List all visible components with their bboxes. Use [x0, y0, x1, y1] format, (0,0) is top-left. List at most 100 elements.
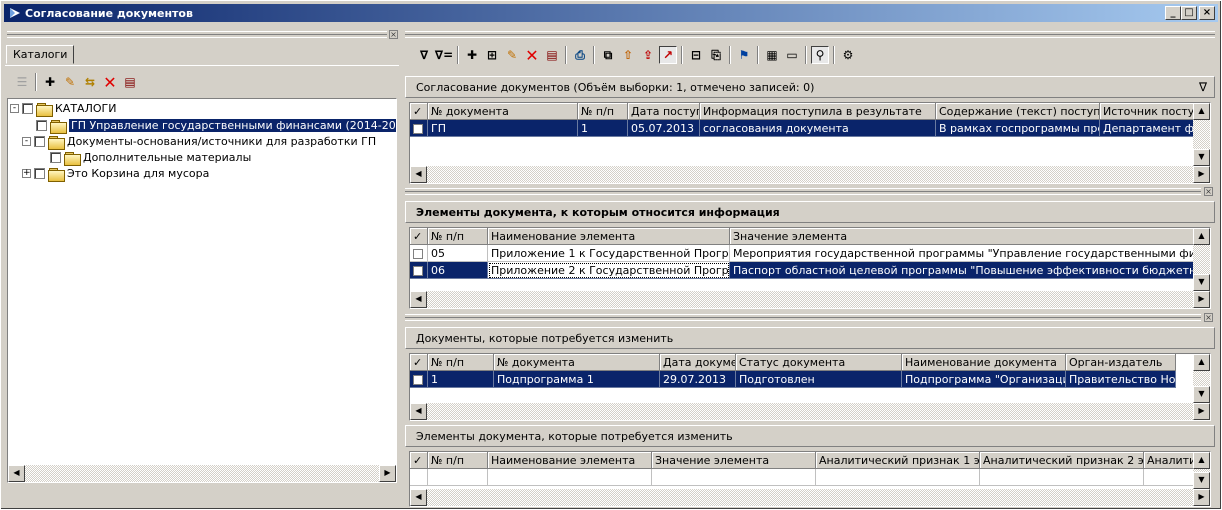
tree-node-root[interactable]: - КАТАЛОГИ: [10, 101, 116, 117]
col-doc-date[interactable]: Дата докумен: [660, 354, 736, 371]
table-settings-icon[interactable]: ⊟: [687, 46, 705, 64]
node-checkbox[interactable]: [22, 103, 33, 114]
row-checkbox[interactable]: [410, 120, 428, 137]
col-doc-number[interactable]: № документа: [428, 103, 578, 120]
vertical-scrollbar[interactable]: ▲ ▼: [1193, 103, 1210, 166]
vertical-scrollbar[interactable]: ▲ ▼: [1193, 228, 1210, 291]
table-row[interactable]: ГП 1 05.07.2013 согласования документа В…: [410, 120, 1196, 137]
filter-settings-icon[interactable]: ∇=: [435, 46, 453, 64]
copy-icon[interactable]: ⧉: [599, 46, 617, 64]
col-check[interactable]: ✓: [410, 354, 428, 371]
maximize-icon[interactable]: □: [1181, 6, 1197, 20]
delete-record-icon[interactable]: ✕: [523, 46, 541, 65]
col-index[interactable]: № п/п: [428, 452, 488, 469]
col-info-result[interactable]: Информация поступила в результате: [700, 103, 936, 120]
scroll-left-icon[interactable]: ◀: [410, 403, 427, 420]
row-checkbox[interactable]: [410, 371, 428, 388]
node-checkbox[interactable]: [34, 136, 45, 147]
scroll-up-icon[interactable]: ▲: [1193, 103, 1210, 120]
tab-catalogs[interactable]: Каталоги: [6, 45, 75, 64]
collapse-icon[interactable]: -: [10, 104, 19, 113]
table-row[interactable]: 06 Приложение 2 к Государственной Програ…: [410, 262, 1194, 279]
scroll-up-icon[interactable]: ▲: [1193, 228, 1210, 245]
import-icon[interactable]: ⇪: [639, 46, 657, 64]
scroll-right-icon[interactable]: ▶: [1193, 403, 1210, 420]
col-doc-number[interactable]: № документа: [494, 354, 660, 371]
node-checkbox[interactable]: [34, 168, 45, 179]
table-row[interactable]: 05 Приложение 1 к Государственной Програ…: [410, 245, 1194, 262]
tree-node-extra[interactable]: Дополнительные материалы: [50, 150, 251, 166]
approval-grid[interactable]: ✓ № документа № п/п Дата поступ Информац…: [409, 102, 1211, 184]
scroll-down-icon[interactable]: ▼: [1193, 274, 1210, 291]
col-date[interactable]: Дата поступ: [628, 103, 700, 120]
tree-hscroll[interactable]: ◀ ▶: [8, 465, 396, 482]
settings-icon[interactable]: ⚙: [839, 46, 857, 64]
scroll-up-icon[interactable]: ▲: [1193, 452, 1210, 469]
splitter[interactable]: [405, 188, 1201, 195]
tree-node-gp[interactable]: ГП Управление государственными финансами…: [36, 118, 396, 134]
table-row[interactable]: 1 Подпрограмма 1 29.07.2013 Подготовлен …: [410, 371, 1176, 388]
tree-node-trash[interactable]: + Это Корзина для мусора: [22, 166, 209, 182]
expand-icon[interactable]: +: [22, 169, 31, 178]
splitter[interactable]: [405, 314, 1201, 321]
scroll-right-icon[interactable]: ▶: [1193, 291, 1210, 308]
right-pane-grip[interactable]: [405, 31, 1215, 38]
export-icon[interactable]: ⇧: [619, 46, 637, 64]
docs-to-change-grid[interactable]: ✓ № п/п № документа Дата докумен Статус …: [409, 353, 1211, 421]
collapse-icon[interactable]: -: [22, 137, 31, 146]
col-element-value[interactable]: Значение элемента: [730, 228, 1194, 245]
col-element-value[interactable]: Значение элемента: [652, 452, 816, 469]
col-index[interactable]: № п/п: [578, 103, 628, 120]
catalog-tree[interactable]: - КАТАЛОГИ ГП Управление государственными…: [7, 98, 397, 483]
edit-record-icon[interactable]: ✎: [503, 46, 521, 64]
scroll-left-icon[interactable]: ◀: [410, 489, 427, 506]
scroll-left-icon[interactable]: ◀: [410, 291, 427, 308]
col-element-name[interactable]: Наименование элемента: [488, 228, 730, 245]
row-checkbox[interactable]: [410, 245, 428, 262]
scroll-left-icon[interactable]: ◀: [8, 465, 25, 482]
link-icon[interactable]: ↗: [659, 46, 677, 64]
delete-icon[interactable]: ✕: [101, 73, 119, 92]
elements-to-change-grid[interactable]: ✓ № п/п Наименование элемента Значение э…: [409, 451, 1211, 507]
node-checkbox[interactable]: [36, 120, 47, 131]
horizontal-scrollbar[interactable]: ◀ ▶: [410, 291, 1210, 308]
col-doc-name[interactable]: Наименование документа: [902, 354, 1066, 371]
scroll-up-icon[interactable]: ▲: [1193, 354, 1210, 371]
list-icon[interactable]: ☰: [13, 73, 31, 91]
elements-grid[interactable]: ✓ № п/п Наименование элемента Значение э…: [409, 227, 1211, 309]
col-element-name[interactable]: Наименование элемента: [488, 452, 652, 469]
section-close-icon[interactable]: ×: [1204, 187, 1213, 196]
edit-icon[interactable]: ✎: [61, 73, 79, 91]
insert-icon[interactable]: ⊞: [483, 46, 501, 64]
scroll-down-icon[interactable]: ▼: [1193, 386, 1210, 403]
col-issuer[interactable]: Орган-издатель: [1066, 354, 1176, 371]
filter-icon[interactable]: ∇: [415, 46, 433, 64]
section-close-icon[interactable]: ×: [1204, 313, 1213, 322]
col-check[interactable]: ✓: [410, 228, 428, 245]
vertical-scrollbar[interactable]: ▲ ▼: [1193, 452, 1210, 489]
left-pane-grip[interactable]: [7, 31, 387, 38]
col-attr-2[interactable]: Аналитический признак 2 элеı: [980, 452, 1144, 469]
left-pane-close-icon[interactable]: ×: [389, 30, 398, 39]
col-attr-1[interactable]: Аналитический признак 1 элеı: [816, 452, 980, 469]
node-checkbox[interactable]: [50, 152, 61, 163]
title-bar[interactable]: Согласование документов _ □ ×: [4, 4, 1218, 22]
print-icon[interactable]: ⎙: [571, 46, 589, 64]
scroll-down-icon[interactable]: ▼: [1193, 149, 1210, 166]
vertical-scrollbar[interactable]: ▲ ▼: [1193, 354, 1210, 403]
add-icon[interactable]: ✚: [41, 73, 59, 91]
col-index[interactable]: № п/п: [428, 354, 494, 371]
form-view-icon[interactable]: ▭: [783, 46, 801, 64]
attach-icon[interactable]: ⎘: [707, 46, 725, 64]
move-folder-icon[interactable]: ⇆: [81, 73, 99, 91]
grid-view-icon[interactable]: ▦: [763, 46, 781, 64]
tree-node-docs[interactable]: - Документы-основания/источники для разра…: [22, 134, 376, 150]
add-record-icon[interactable]: ✚: [463, 46, 481, 64]
scroll-right-icon[interactable]: ▶: [1193, 489, 1210, 506]
scroll-down-icon[interactable]: ▼: [1193, 472, 1210, 489]
scroll-right-icon[interactable]: ▶: [1193, 166, 1210, 183]
users-icon[interactable]: ⚑: [735, 46, 753, 64]
properties-icon[interactable]: ▤: [121, 73, 139, 91]
row-checkbox[interactable]: [410, 262, 428, 279]
col-check[interactable]: ✓: [410, 452, 428, 469]
